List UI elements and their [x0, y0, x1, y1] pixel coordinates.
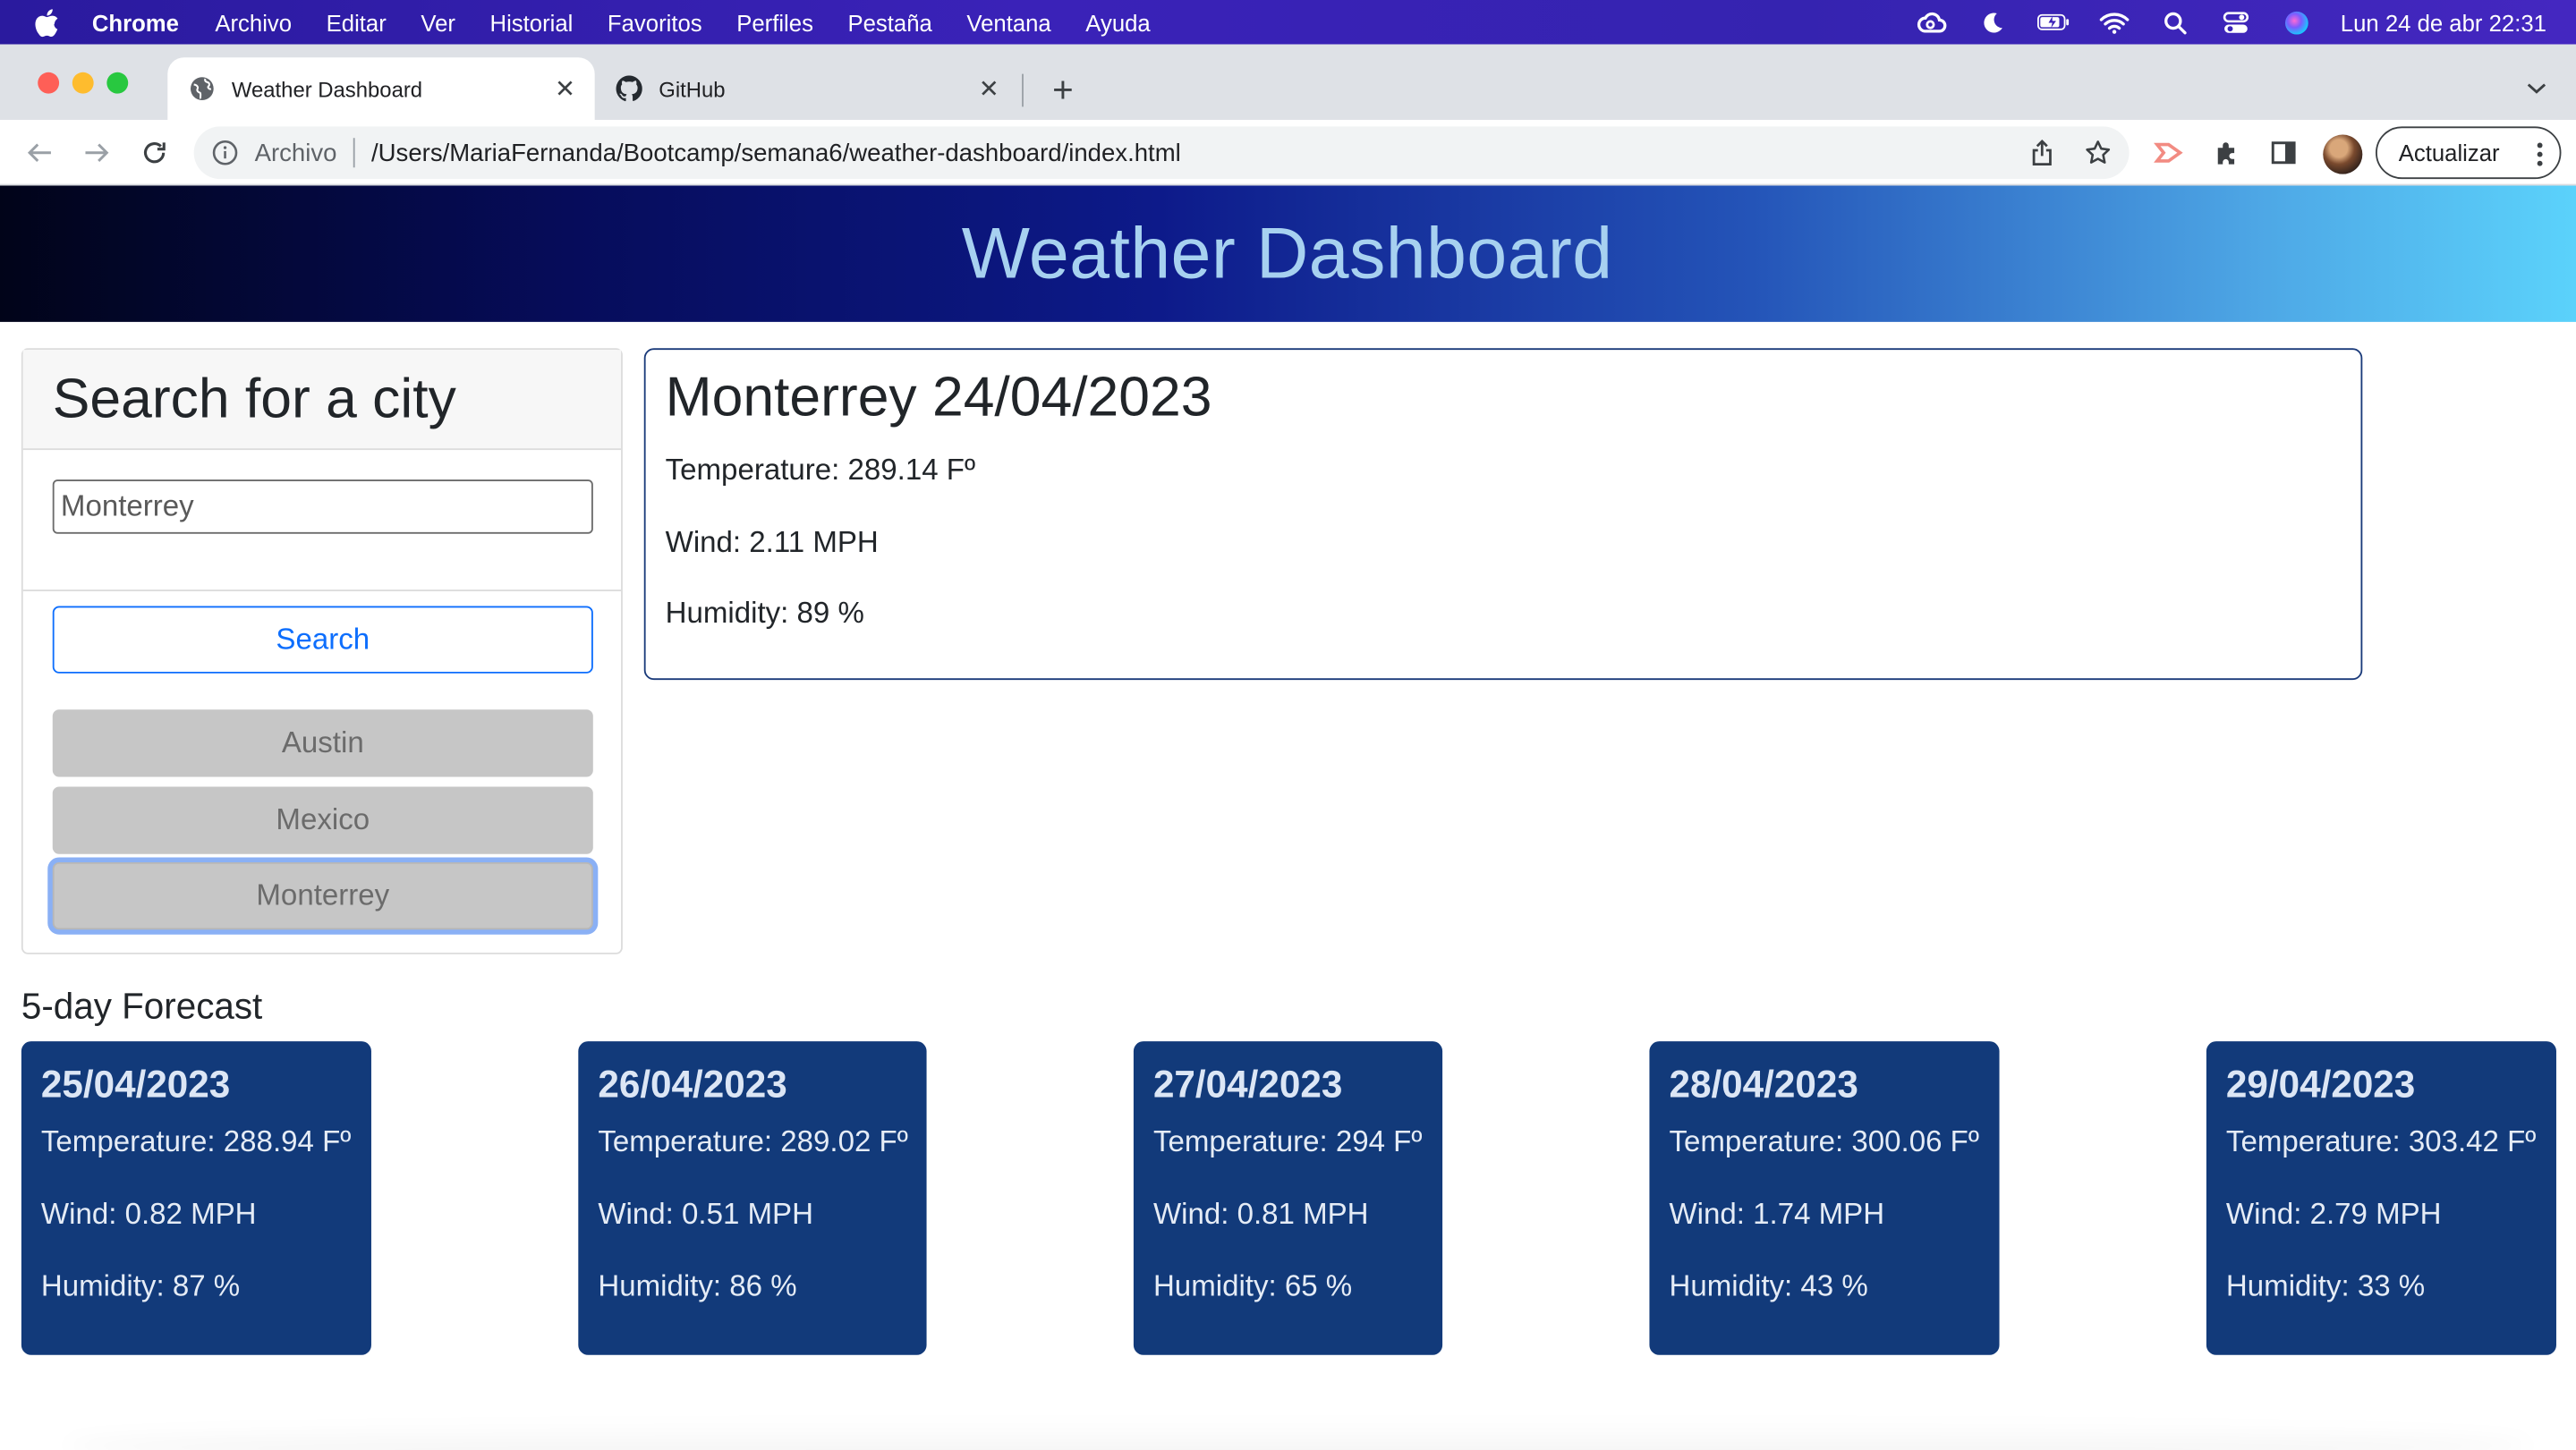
update-button-label: Actualizar	[2398, 140, 2500, 166]
forecast-temperature: Temperature: 300.06 Fº	[1669, 1124, 1979, 1158]
history-button-mexico[interactable]: Mexico	[52, 786, 593, 854]
tab-title: GitHub	[659, 76, 726, 101]
tab-weather-dashboard[interactable]: Weather Dashboard ✕	[167, 57, 595, 121]
forecast-heading: 5-day Forecast	[21, 985, 263, 1027]
close-tab-icon[interactable]: ✕	[552, 75, 578, 103]
window-close-button[interactable]	[38, 72, 60, 94]
forecast-card: 29/04/2023 Temperature: 303.42 Fº Wind: …	[2206, 1041, 2556, 1355]
address-url[interactable]: /Users/MariaFernanda/Bootcamp/semana6/we…	[371, 139, 1181, 166]
forecast-humidity: Humidity: 33 %	[2225, 1269, 2426, 1303]
search-button[interactable]: Search	[52, 606, 593, 674]
page-bottom-shadow	[65, 1420, 2530, 1450]
forecast-card: 27/04/2023 Temperature: 294 Fº Wind: 0.8…	[1133, 1041, 1443, 1355]
wifi-icon[interactable]	[2097, 9, 2130, 35]
search-panel-heading: Search for a city	[22, 350, 622, 451]
address-scheme-label: Archivo	[254, 139, 337, 167]
forecast-date: 28/04/2023	[1669, 1062, 1858, 1106]
share-icon[interactable]	[2029, 140, 2055, 165]
history-button-austin[interactable]: Austin	[52, 709, 593, 777]
search-panel-body	[22, 450, 622, 591]
reload-icon[interactable]	[138, 136, 171, 169]
forecast-temperature: Temperature: 289.02 Fº	[598, 1124, 908, 1158]
menu-pestana[interactable]: Pestaña	[847, 9, 931, 35]
menu-favoritos[interactable]: Favoritos	[608, 9, 702, 35]
city-search-input[interactable]	[52, 479, 593, 534]
current-weather-card: Monterrey 24/04/2023 Temperature: 289.14…	[643, 348, 2363, 681]
spotlight-icon[interactable]	[2158, 9, 2191, 35]
update-chrome-button[interactable]: Actualizar	[2376, 126, 2562, 180]
macos-menu-bar: Chrome Archivo Editar Ver Historial Favo…	[0, 0, 2576, 45]
browser-toolbar: Archivo /Users/MariaFernanda/Bootcamp/se…	[0, 120, 2576, 186]
forecast-date: 29/04/2023	[2225, 1062, 2416, 1106]
page-header: Weather Dashboard	[0, 185, 2576, 322]
address-bar[interactable]: Archivo /Users/MariaFernanda/Bootcamp/se…	[193, 126, 2130, 180]
forward-arrow-icon[interactable]	[81, 136, 114, 169]
current-humidity: Humidity: 89 %	[665, 596, 864, 630]
window-zoom-button[interactable]	[106, 72, 129, 94]
tab-divider	[1022, 73, 1024, 107]
close-tab-icon[interactable]: ✕	[976, 75, 1002, 103]
tab-title: Weather Dashboard	[231, 76, 423, 101]
tab-search-chevron-icon[interactable]	[2523, 75, 2549, 101]
web-page: Weather Dashboard Search for a city Sear…	[0, 185, 2576, 1450]
extension-red-icon[interactable]	[2154, 138, 2183, 167]
forecast-humidity: Humidity: 86 %	[598, 1269, 797, 1303]
more-vertical-icon[interactable]	[2537, 141, 2543, 167]
menu-editar[interactable]: Editar	[327, 9, 387, 35]
menu-ayuda[interactable]: Ayuda	[1085, 9, 1150, 35]
new-tab-icon[interactable]: +	[1045, 69, 1081, 110]
tab-github[interactable]: GitHub ✕	[595, 57, 1019, 120]
creative-cloud-icon[interactable]	[1915, 9, 1948, 35]
profile-avatar[interactable]	[2323, 134, 2363, 174]
menu-archivo[interactable]: Archivo	[215, 9, 292, 35]
menu-historial[interactable]: Historial	[490, 9, 574, 35]
forecast-card: 26/04/2023 Temperature: 289.02 Fº Wind: …	[578, 1041, 927, 1355]
siri-icon[interactable]	[2280, 9, 2313, 35]
side-panel-icon[interactable]	[2269, 138, 2299, 167]
forecast-wind: Wind: 0.51 MPH	[598, 1197, 813, 1231]
info-icon[interactable]	[212, 140, 238, 165]
page-title: Weather Dashboard	[961, 212, 1613, 293]
menubar-clock[interactable]: Lun 24 de abr 22:31	[2341, 9, 2546, 35]
menu-ver[interactable]: Ver	[421, 9, 455, 35]
globe-icon	[189, 75, 215, 101]
forecast-wind: Wind: 0.82 MPH	[40, 1197, 257, 1231]
window-minimize-button[interactable]	[72, 72, 94, 94]
forecast-date: 27/04/2023	[1152, 1062, 1343, 1106]
moon-icon[interactable]	[1976, 9, 2009, 35]
back-arrow-icon[interactable]	[23, 136, 56, 169]
current-temperature: Temperature: 289.14 Fº	[665, 453, 976, 487]
browser-tab-strip: Weather Dashboard ✕ GitHub ✕ +	[0, 44, 2576, 121]
current-city-date: Monterrey 24/04/2023	[665, 366, 1212, 429]
battery-icon[interactable]	[2036, 9, 2070, 35]
history-button-monterrey[interactable]: Monterrey	[52, 861, 593, 930]
forecast-wind: Wind: 1.74 MPH	[1669, 1197, 1885, 1231]
forecast-temperature: Temperature: 294 Fº	[1152, 1124, 1423, 1158]
forecast-temperature: Temperature: 288.94 Fº	[40, 1124, 352, 1158]
apple-menu-icon[interactable]	[33, 7, 63, 37]
search-panel: Search for a city Search Austin Mexico M…	[21, 348, 623, 954]
bookmark-star-icon[interactable]	[2085, 140, 2111, 165]
github-icon	[616, 75, 642, 102]
menu-ventana[interactable]: Ventana	[966, 9, 1050, 35]
forecast-temperature: Temperature: 303.42 Fº	[2225, 1124, 2537, 1158]
forecast-humidity: Humidity: 65 %	[1152, 1269, 1353, 1303]
menu-app-name[interactable]: Chrome	[92, 9, 179, 35]
extensions-puzzle-icon[interactable]	[2213, 138, 2242, 167]
forecast-card: 28/04/2023 Temperature: 300.06 Fº Wind: …	[1649, 1041, 2000, 1355]
forecast-humidity: Humidity: 87 %	[40, 1269, 241, 1303]
forecast-humidity: Humidity: 43 %	[1669, 1269, 1868, 1303]
forecast-wind: Wind: 2.79 MPH	[2225, 1197, 2442, 1231]
forecast-date: 25/04/2023	[40, 1062, 231, 1106]
current-wind: Wind: 2.11 MPH	[665, 525, 879, 559]
control-center-icon[interactable]	[2219, 9, 2252, 35]
forecast-wind: Wind: 0.81 MPH	[1152, 1197, 1369, 1231]
menubar-status-area: Lun 24 de abr 22:31	[1915, 0, 2546, 45]
forecast-date: 26/04/2023	[598, 1062, 787, 1106]
screen: Chrome Archivo Editar Ver Historial Favo…	[0, 0, 2576, 1450]
address-divider	[353, 138, 355, 168]
forecast-card: 25/04/2023 Temperature: 288.94 Fº Wind: …	[21, 1041, 371, 1355]
menu-perfiles[interactable]: Perfiles	[736, 9, 813, 35]
